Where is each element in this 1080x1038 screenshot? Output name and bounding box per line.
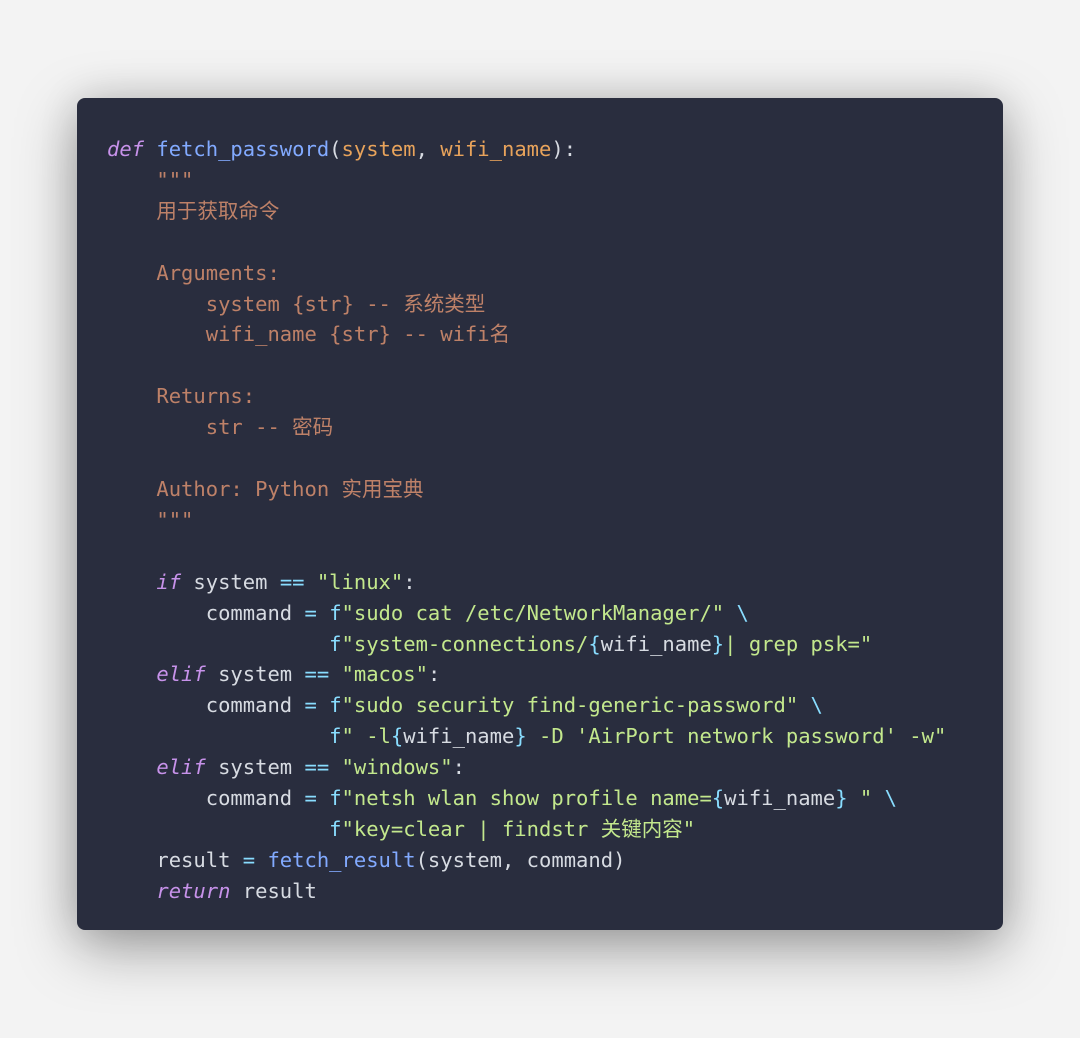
keyword-return: return <box>156 879 230 903</box>
code-block: def fetch_password(system, wifi_name): "… <box>77 98 1003 930</box>
id-system: system <box>428 848 502 872</box>
f-prefix: f <box>329 632 341 656</box>
line-continuation: \ <box>885 786 897 810</box>
docstring-arguments-header: Arguments: <box>156 261 279 285</box>
line-continuation: \ <box>811 693 823 717</box>
param-system: system <box>342 137 416 161</box>
str-linux: "linux" <box>317 570 403 594</box>
op-eq: == <box>280 570 305 594</box>
str-linux-a: "sudo cat /etc/NetworkManager/" <box>342 601 725 625</box>
punct-comma: , <box>502 848 514 872</box>
str-win-a-close: " <box>848 786 873 810</box>
docstring-close: """ <box>156 508 193 532</box>
line-continuation: \ <box>736 601 748 625</box>
brace-close: } <box>712 632 724 656</box>
str-win-a-open: "netsh wlan show profile name= <box>342 786 712 810</box>
id-system: system <box>193 570 267 594</box>
docstring-arg1: system {str} -- 系统类型 <box>206 292 485 316</box>
docstring-open: """ <box>156 168 193 192</box>
punct-rparen: ) <box>613 848 625 872</box>
punct-colon: : <box>564 137 576 161</box>
f-prefix: f <box>329 817 341 841</box>
param-wifi-name: wifi_name <box>440 137 551 161</box>
op-eq: == <box>305 755 330 779</box>
str-macos-b-open: " -l <box>342 724 391 748</box>
call-fetch-result: fetch_result <box>267 848 415 872</box>
punct-colon: : <box>428 662 440 686</box>
op-assign: = <box>305 786 317 810</box>
id-command: command <box>206 693 292 717</box>
brace-close: } <box>835 786 847 810</box>
str-linux-b-close: | grep psk=" <box>724 632 872 656</box>
str-win-b: "key=clear | findstr 关键内容" <box>342 817 696 841</box>
f-prefix: f <box>329 724 341 748</box>
punct-rparen: ) <box>551 137 563 161</box>
op-assign: = <box>305 693 317 717</box>
f-prefix: f <box>329 786 341 810</box>
str-macos: "macos" <box>342 662 428 686</box>
id-system: system <box>218 662 292 686</box>
punct-colon: : <box>403 570 415 594</box>
docstring-arg2: wifi_name {str} -- wifi名 <box>206 322 510 346</box>
f-prefix: f <box>329 693 341 717</box>
punct-comma: , <box>416 137 428 161</box>
id-command: command <box>206 786 292 810</box>
id-command: command <box>527 848 613 872</box>
brace-close: } <box>514 724 526 748</box>
brace-open: { <box>391 724 403 748</box>
punct-colon: : <box>453 755 465 779</box>
str-windows: "windows" <box>342 755 453 779</box>
function-name: fetch_password <box>156 137 329 161</box>
f-prefix: f <box>329 601 341 625</box>
docstring-desc: 用于获取命令 <box>156 199 279 223</box>
op-eq: == <box>305 662 330 686</box>
op-assign: = <box>243 848 255 872</box>
str-linux-b-open: "system-connections/ <box>342 632 589 656</box>
str-macos-a: "sudo security find-generic-password" <box>342 693 799 717</box>
id-command: command <box>206 601 292 625</box>
brace-open: { <box>588 632 600 656</box>
brace-open: { <box>712 786 724 810</box>
keyword-elif: elif <box>156 755 205 779</box>
id-system: system <box>218 755 292 779</box>
keyword-if: if <box>156 570 181 594</box>
punct-lparen: ( <box>416 848 428 872</box>
op-assign: = <box>305 601 317 625</box>
code-card: def fetch_password(system, wifi_name): "… <box>77 98 1003 930</box>
id-result: result <box>156 848 230 872</box>
keyword-def: def <box>107 137 144 161</box>
docstring-return: str -- 密码 <box>206 415 333 439</box>
docstring-returns-header: Returns: <box>156 384 255 408</box>
docstring-author: Author: Python 实用宝典 <box>156 477 423 501</box>
id-result: result <box>243 879 317 903</box>
str-macos-b-close: -D 'AirPort network password' -w" <box>527 724 947 748</box>
keyword-elif: elif <box>156 662 205 686</box>
fstring-var-wifi: wifi_name <box>724 786 835 810</box>
fstring-var-wifi: wifi_name <box>403 724 514 748</box>
fstring-var-wifi: wifi_name <box>601 632 712 656</box>
punct-lparen: ( <box>329 137 341 161</box>
